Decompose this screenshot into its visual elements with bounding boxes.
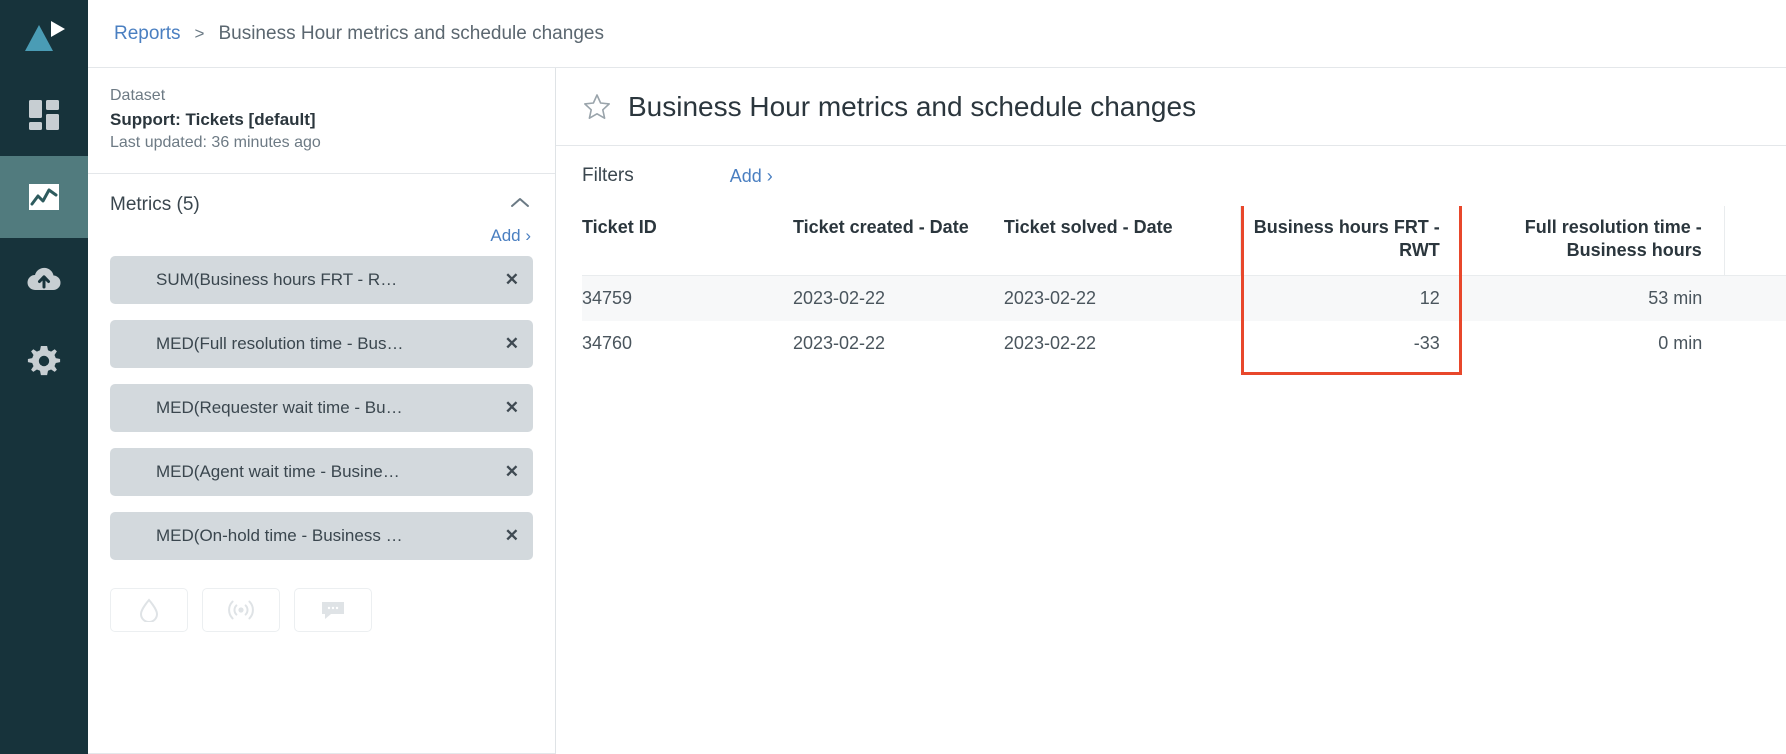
- sidebar-item-settings[interactable]: [0, 320, 88, 402]
- chevron-up-icon[interactable]: [509, 196, 531, 213]
- primary-nav-rail: [0, 0, 88, 754]
- metric-chip-label: MED(Agent wait time - Busine…: [156, 461, 400, 481]
- column-header-ticket-created-date[interactable]: Ticket created - Date: [792, 206, 1004, 276]
- column-header-business-hours-frt-rwt[interactable]: Business hours FRT - RWT: [1240, 206, 1462, 276]
- breadcrumb: Reports > Business Hour metrics and sche…: [88, 0, 1786, 67]
- workspace: Dataset Support: Tickets [default] Last …: [88, 67, 1786, 754]
- cell-ticket-created-date: 2023-02-22: [792, 275, 1004, 322]
- alerts-tool-button[interactable]: [202, 587, 280, 632]
- droplet-icon: [139, 598, 159, 622]
- breadcrumb-separator-icon: >: [194, 23, 205, 43]
- close-icon[interactable]: ✕: [505, 399, 519, 416]
- metric-chip-label: MED(On-hold time - Business …: [156, 525, 403, 545]
- report-title-bar: Business Hour metrics and schedule chang…: [556, 68, 1786, 146]
- cell-full-resolution-time-business-hours: 0 min: [1658, 333, 1703, 354]
- metric-chip[interactable]: SUM(Business hours FRT - R… ✕: [110, 255, 533, 304]
- comments-tool-button[interactable]: [294, 587, 372, 632]
- cell-business-hours-frt-rwt: -33: [1413, 333, 1440, 354]
- sidebar-item-uploads[interactable]: [0, 238, 88, 320]
- filters-bar: Filters Add ›: [556, 146, 1786, 206]
- metric-chip[interactable]: MED(Agent wait time - Busine… ✕: [110, 447, 533, 496]
- report-table-wrap: Ticket ID Ticket created - Date Ticket s…: [556, 206, 1786, 754]
- column-header-ticket-id[interactable]: Ticket ID: [582, 206, 793, 276]
- metric-chip[interactable]: MED(Requester wait time - Bu… ✕: [110, 383, 533, 432]
- cell-ticket-solved-date: 2023-02-22: [1003, 333, 1096, 354]
- cell-ticket-id: 34759: [582, 275, 793, 322]
- close-icon[interactable]: ✕: [505, 527, 519, 544]
- star-outline-icon[interactable]: [582, 92, 612, 122]
- close-icon[interactable]: ✕: [505, 463, 519, 480]
- report-table: Ticket ID Ticket created - Date Ticket s…: [582, 206, 1786, 367]
- cell-overflow: [1724, 275, 1786, 322]
- metric-chip[interactable]: MED(On-hold time - Business … ✕: [110, 511, 533, 560]
- filters-label: Filters: [582, 165, 634, 186]
- content-root: Reports > Business Hour metrics and sche…: [88, 0, 1786, 754]
- close-icon[interactable]: ✕: [505, 335, 519, 352]
- line-chart-icon: [29, 184, 59, 210]
- panel-tool-row: [88, 576, 555, 632]
- metric-chip[interactable]: MED(Full resolution time - Bus… ✕: [110, 319, 533, 368]
- sidebar-item-reports[interactable]: [0, 156, 88, 238]
- triangle-play-logo-icon: [25, 21, 65, 51]
- comment-icon: [322, 601, 344, 619]
- metric-chip-label: MED(Full resolution time - Bus…: [156, 333, 404, 353]
- table-header-row: Ticket ID Ticket created - Date Ticket s…: [582, 206, 1786, 276]
- add-filter-link[interactable]: Add ›: [730, 166, 773, 187]
- cell-ticket-id: 34760: [582, 333, 633, 354]
- panel-spacer: [88, 632, 555, 753]
- gear-icon: [27, 346, 61, 376]
- dashboard-grid-icon: [29, 100, 59, 130]
- close-icon[interactable]: ✕: [505, 271, 519, 288]
- cell-full-resolution-time-business-hours: 53 min: [1461, 275, 1725, 322]
- metrics-title: Metrics (5): [110, 193, 200, 215]
- column-header-full-resolution-time-business-hours[interactable]: Full resolution time - Business hours: [1461, 206, 1725, 276]
- dataset-name[interactable]: Support: Tickets [default]: [110, 108, 533, 132]
- metric-chip-list: SUM(Business hours FRT - R… ✕ MED(Full r…: [88, 255, 555, 576]
- dataset-last-updated: Last updated: 36 minutes ago: [110, 133, 321, 151]
- dataset-block: Dataset Support: Tickets [default] Last …: [88, 68, 555, 174]
- cloud-upload-icon: [27, 267, 61, 291]
- breadcrumb-current: Business Hour metrics and schedule chang…: [218, 22, 604, 44]
- table-row[interactable]: 34759 2023-02-22 2023-02-22 12 53 min: [582, 275, 1786, 322]
- breadcrumb-root-link[interactable]: Reports: [114, 23, 181, 45]
- app-logo[interactable]: [0, 0, 88, 74]
- cell-overflow: [1724, 321, 1786, 366]
- table-body: 34759 2023-02-22 2023-02-22 12 53 min 34…: [582, 275, 1786, 367]
- table-row[interactable]: 34760 2023-02-22 2023-02-22 -33 0 min: [582, 321, 1786, 366]
- add-metric-link[interactable]: Add ›: [490, 226, 531, 246]
- table-header: Ticket ID Ticket created - Date Ticket s…: [582, 206, 1786, 276]
- broadcast-icon: [228, 600, 254, 619]
- column-header-overflow: [1723, 206, 1786, 276]
- column-header-ticket-solved-date[interactable]: Ticket solved - Date: [1003, 206, 1241, 276]
- formula-tool-button[interactable]: [110, 587, 188, 632]
- dataset-label: Dataset: [110, 87, 166, 104]
- cell-ticket-created-date: 2023-02-22: [792, 333, 886, 354]
- report-config-panel: Dataset Support: Tickets [default] Last …: [88, 68, 556, 754]
- cell-business-hours-frt-rwt: 12: [1240, 275, 1462, 322]
- sidebar-item-dashboards[interactable]: [0, 74, 88, 156]
- report-main: Business Hour metrics and schedule chang…: [556, 68, 1786, 754]
- metric-chip-label: MED(Requester wait time - Bu…: [156, 397, 403, 417]
- metrics-section-header: Metrics (5): [88, 174, 555, 222]
- metric-chip-label: SUM(Business hours FRT - R…: [156, 269, 398, 289]
- app-root: Reports > Business Hour metrics and sche…: [0, 0, 1786, 754]
- metrics-add-row: Add ›: [88, 222, 555, 256]
- cell-ticket-solved-date: 2023-02-22: [1003, 275, 1241, 322]
- page-title: Business Hour metrics and schedule chang…: [628, 90, 1197, 122]
